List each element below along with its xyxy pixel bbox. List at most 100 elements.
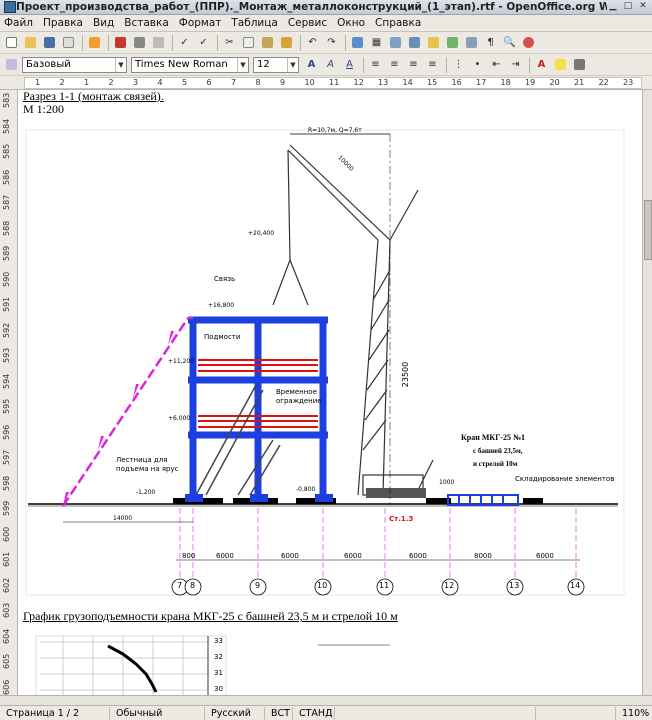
help-icon[interactable] xyxy=(520,34,537,51)
page-preview-icon[interactable] xyxy=(150,34,167,51)
font-size-select[interactable]: 12 ▼ xyxy=(253,56,299,73)
chevron-down-icon: ▼ xyxy=(115,57,126,72)
graph-title: График грузоподъемности крана МКГ-25 с б… xyxy=(23,609,398,623)
axis-14: 14 xyxy=(570,581,581,590)
nonprinting-chars-icon[interactable]: ¶ xyxy=(482,34,499,51)
font-color-icon[interactable]: A xyxy=(533,56,550,73)
ruler-number: 9 xyxy=(280,78,286,87)
elevation-11-label: +11,200 xyxy=(168,358,195,365)
bullets-icon[interactable]: • xyxy=(469,56,486,73)
spellcheck-icon[interactable]: ✓ xyxy=(176,34,193,51)
underline-icon[interactable]: A xyxy=(341,56,358,73)
ruler-number: 594 xyxy=(2,373,11,389)
undo-icon[interactable]: ↶ xyxy=(304,34,321,51)
find-replace-icon[interactable] xyxy=(406,34,423,51)
minimize-button[interactable]: ▁ xyxy=(607,1,619,13)
highlight-icon[interactable] xyxy=(552,56,569,73)
redo-icon[interactable]: ↷ xyxy=(323,34,340,51)
show-draw-icon[interactable] xyxy=(387,34,404,51)
align-right-icon[interactable]: ≡ xyxy=(405,56,422,73)
menu-window[interactable]: Окно xyxy=(337,17,365,29)
data-sources-icon[interactable] xyxy=(463,34,480,51)
decrease-indent-icon[interactable]: ⇤ xyxy=(488,56,505,73)
page-indicator[interactable]: Страница 1 / 2 xyxy=(0,706,110,720)
edit-file-icon[interactable] xyxy=(86,34,103,51)
tower-height-label: 23500 xyxy=(401,361,411,388)
status-bar: Страница 1 / 2 Обычный Русский ВСТ СТАНД… xyxy=(0,705,652,720)
insert-mode[interactable]: ВСТ xyxy=(265,706,293,720)
ruler-number: 13 xyxy=(378,78,389,87)
paragraph-style-select[interactable]: Базовый ▼ xyxy=(22,56,127,73)
app-icon xyxy=(4,1,16,13)
ruler-number: 10 xyxy=(304,78,315,87)
span-label-1: 800 xyxy=(182,552,196,560)
menu-format[interactable]: Формат xyxy=(179,17,222,29)
new-document-icon[interactable] xyxy=(3,34,20,51)
horizontal-scrollbar[interactable] xyxy=(0,695,652,705)
background-color-icon[interactable] xyxy=(571,56,588,73)
ruler-number: 600 xyxy=(2,526,11,542)
storage-label: Складирование элементов xyxy=(515,475,615,483)
save-icon[interactable] xyxy=(41,34,58,51)
zoom-slider[interactable] xyxy=(536,706,616,720)
crane-radius-label: R=10,7м, Q=7,6т xyxy=(308,127,362,134)
navigator-icon[interactable] xyxy=(425,34,442,51)
table-icon[interactable]: ▦ xyxy=(368,34,385,51)
ruler-number: 19 xyxy=(525,78,536,87)
align-center-icon[interactable]: ≡ xyxy=(386,56,403,73)
close-button[interactable]: ✕ xyxy=(637,1,649,13)
menu-view[interactable]: Вид xyxy=(93,17,114,29)
menu-file[interactable]: Файл xyxy=(4,17,33,29)
increase-indent-icon[interactable]: ⇥ xyxy=(507,56,524,73)
numbering-icon[interactable]: ⋮ xyxy=(450,56,467,73)
styles-icon[interactable] xyxy=(3,56,20,73)
autospell-icon[interactable]: ✓ xyxy=(195,34,212,51)
align-left-icon[interactable]: ≡ xyxy=(367,56,384,73)
ruler-number: 586 xyxy=(2,169,11,185)
page-style[interactable]: Обычный xyxy=(110,706,205,720)
menu-insert[interactable]: Вставка xyxy=(124,17,169,29)
justify-icon[interactable]: ≡ xyxy=(424,56,441,73)
ruler-number: 592 xyxy=(2,322,11,338)
menu-bar: Файл Правка Вид Вставка Формат Таблица С… xyxy=(0,15,652,32)
font-name-select[interactable]: Times New Roman ▼ xyxy=(131,56,249,73)
menu-table[interactable]: Таблица xyxy=(231,17,277,29)
maximize-button[interactable]: □ xyxy=(622,1,634,13)
document-page[interactable]: Разрез 1-1 (монтаж связей). М 1:200 R=10… xyxy=(18,90,642,695)
cut-icon[interactable]: ✂ xyxy=(221,34,238,51)
print-icon[interactable] xyxy=(131,34,148,51)
podmosti-label: Подмости xyxy=(204,333,241,341)
temporary-fence-label-2: ограждение xyxy=(276,397,322,405)
paste-icon[interactable] xyxy=(259,34,276,51)
gallery-icon[interactable] xyxy=(444,34,461,51)
menu-help[interactable]: Справка xyxy=(375,17,421,29)
ruler-number: 20 xyxy=(549,78,560,87)
zoom-icon[interactable]: 🔍 xyxy=(501,34,518,51)
menu-tools[interactable]: Сервис xyxy=(288,17,327,29)
menu-edit[interactable]: Правка xyxy=(43,17,83,29)
selection-mode[interactable]: СТАНД xyxy=(293,706,335,720)
title-bar: Проект_производства_работ_(ППР)._Монтаж_… xyxy=(0,0,652,15)
ruler-number: 16 xyxy=(451,78,462,87)
axis-10: 10 xyxy=(317,581,328,590)
column-mark-label: Ст.1.3 xyxy=(389,515,414,523)
status-spacer xyxy=(335,706,536,720)
copy-icon[interactable] xyxy=(240,34,257,51)
export-pdf-icon[interactable] xyxy=(112,34,129,51)
hyperlink-icon[interactable] xyxy=(349,34,366,51)
ruler-number: 602 xyxy=(2,577,11,593)
mail-icon[interactable] xyxy=(60,34,77,51)
language[interactable]: Русский xyxy=(205,706,265,720)
zoom-level[interactable]: 110% xyxy=(616,707,652,720)
italic-icon[interactable]: A xyxy=(322,56,339,73)
bold-icon[interactable]: A xyxy=(303,56,320,73)
horizontal-ruler: 1 2 1 2 3 4 5 6 7 8 9 10 11 12 13 14 15 16 17 18 19 20 21 22 23 xyxy=(0,76,652,90)
ruler-number: 23 xyxy=(623,78,634,87)
ruler-number: 591 xyxy=(2,296,11,312)
vertical-scrollbar[interactable] xyxy=(642,90,652,695)
clone-format-icon[interactable] xyxy=(278,34,295,51)
open-icon[interactable] xyxy=(22,34,39,51)
dim-1000-label: 1000 xyxy=(439,479,455,486)
scroll-thumb[interactable] xyxy=(644,200,652,260)
ruler-number: 588 xyxy=(2,220,11,236)
